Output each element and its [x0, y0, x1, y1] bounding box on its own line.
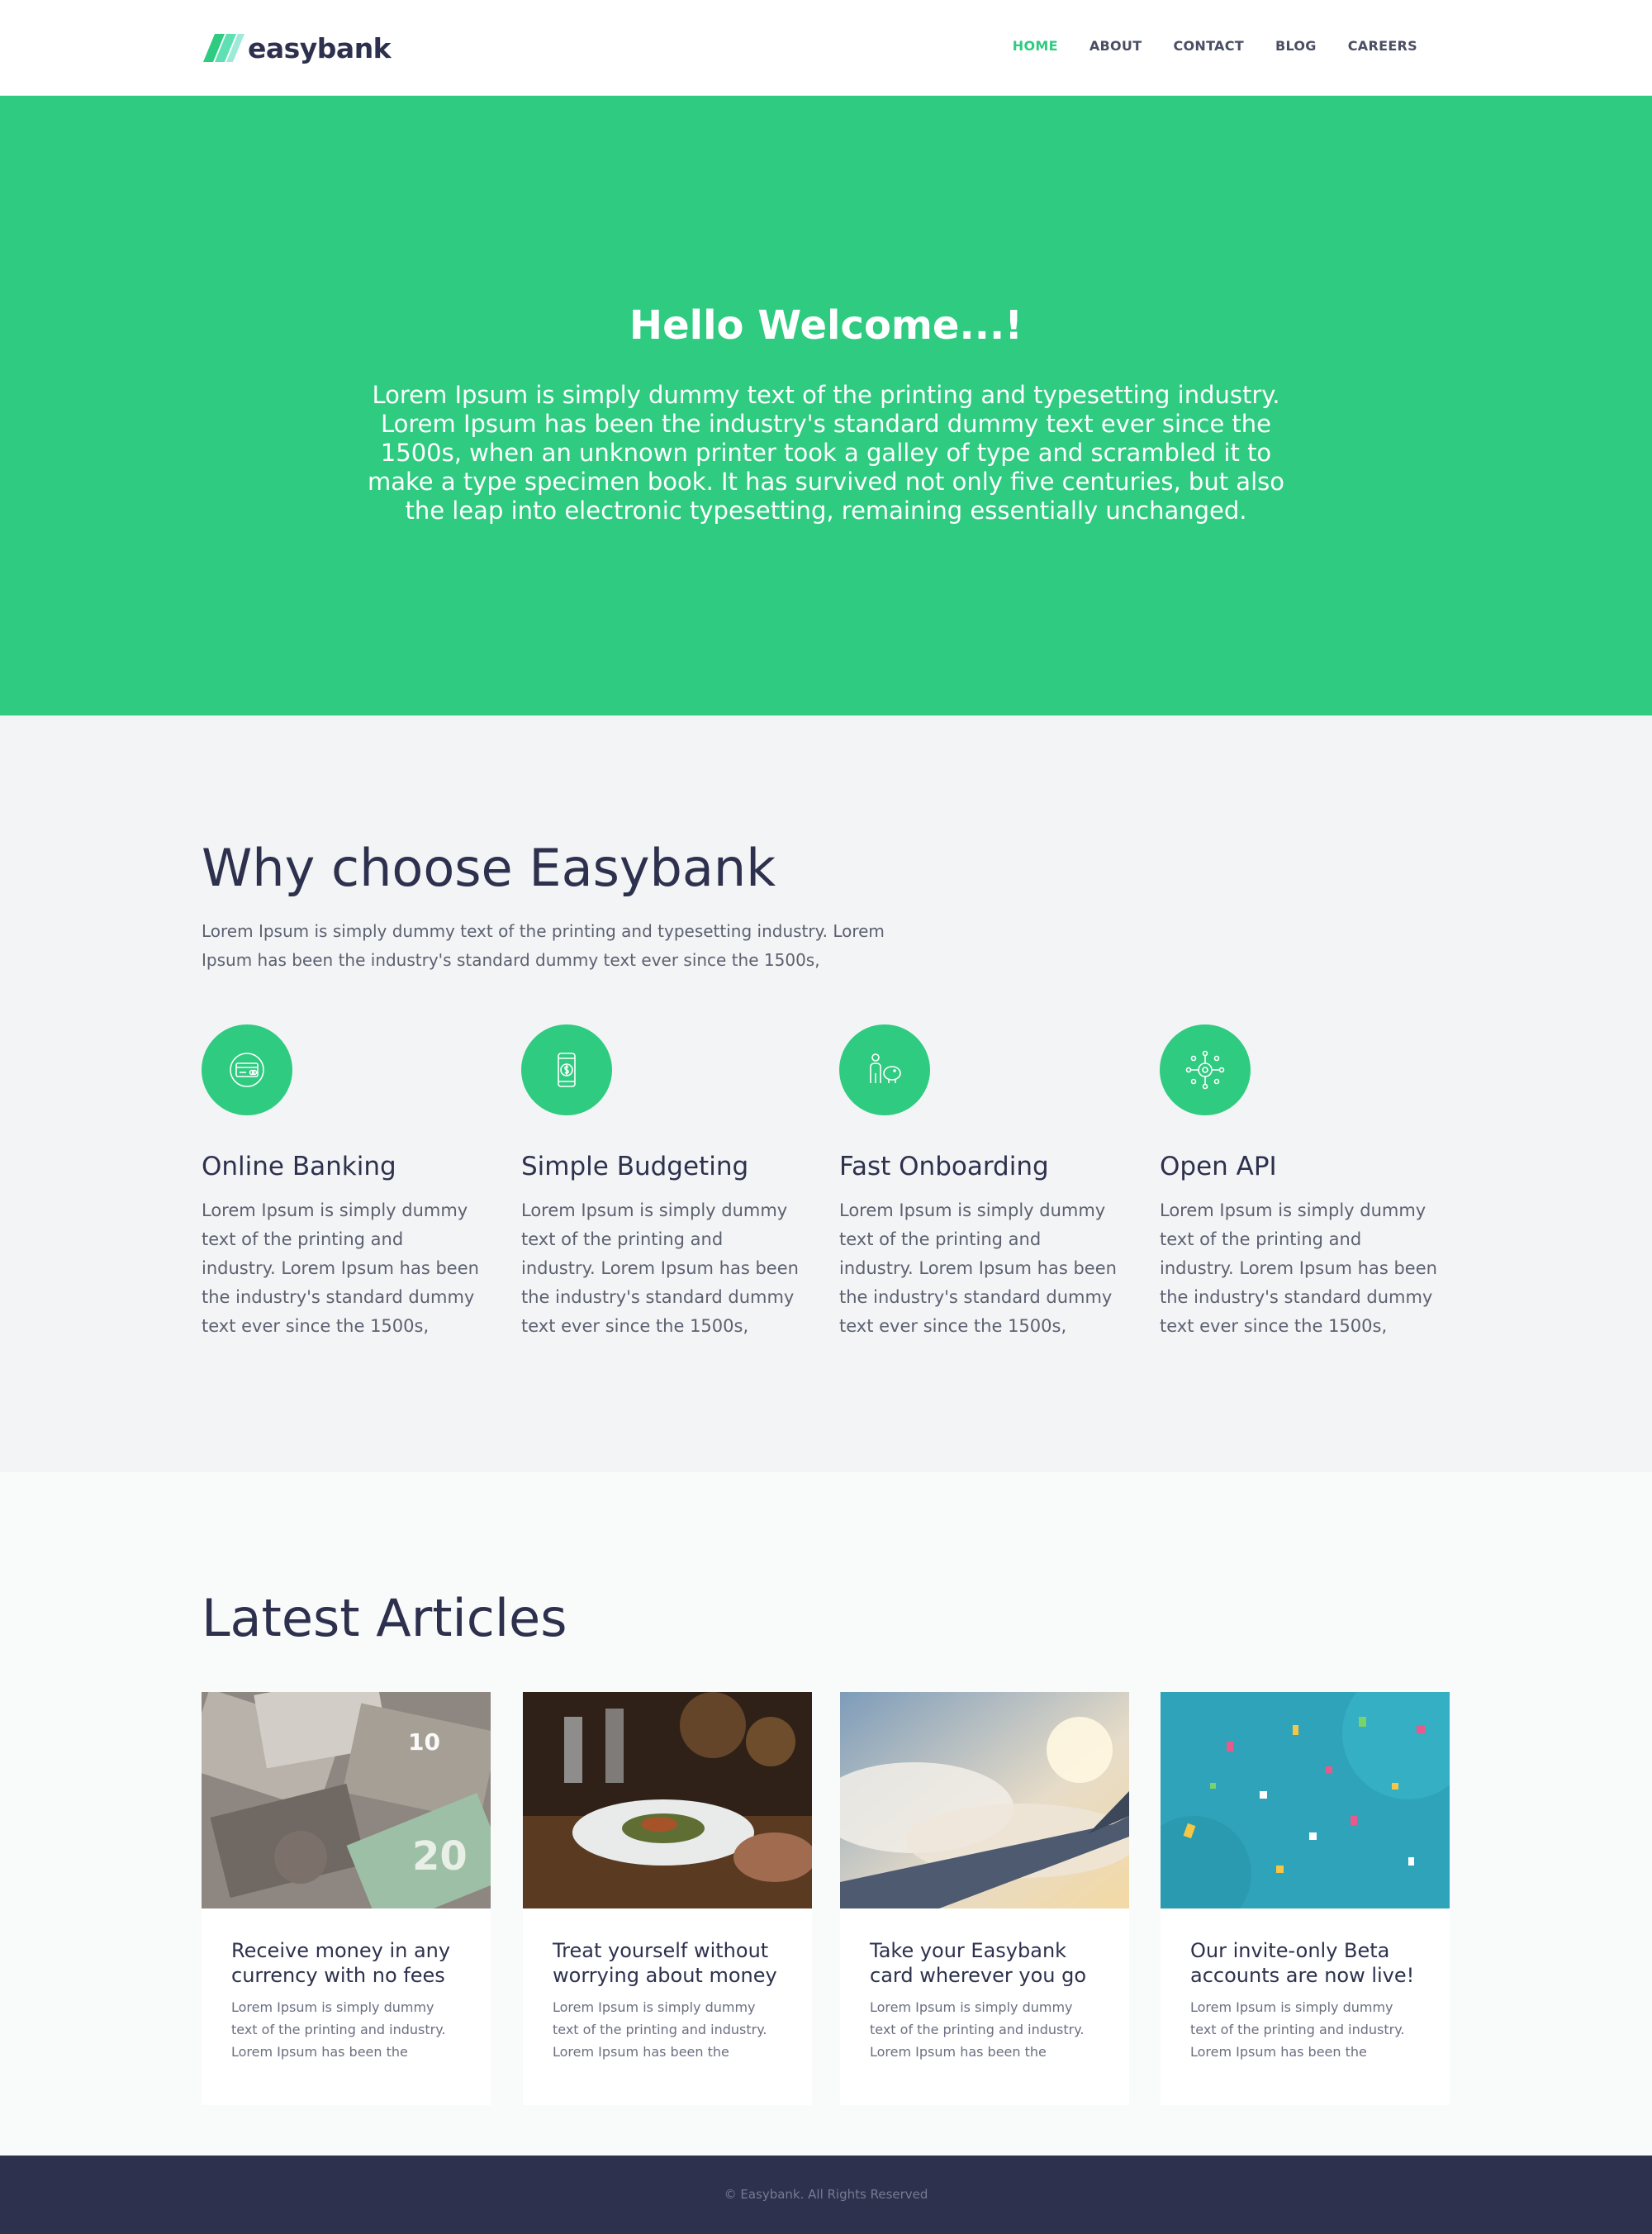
- logo[interactable]: easybank: [202, 31, 392, 64]
- logo-icon: [203, 34, 244, 62]
- nav-about[interactable]: ABOUT: [1089, 38, 1142, 54]
- onboarding-icon: [870, 1053, 901, 1083]
- hero-section: Hello Welcome...! Lorem Ipsum is simply …: [0, 96, 1652, 715]
- nav-home[interactable]: HOME: [1013, 38, 1058, 54]
- article-card[interactable]: Our invite-only Beta accounts are now li…: [1161, 1692, 1450, 2105]
- svg-text:10: 10: [408, 1728, 440, 1756]
- why-title: Why choose Easybank: [202, 838, 776, 898]
- money-photo: 20 10: [202, 1692, 491, 1908]
- confetti-photo: [1161, 1692, 1450, 1908]
- articles-section: Latest Articles 20 10 Receive money in a…: [0, 1472, 1652, 2156]
- site-header: easybank HOME ABOUT CONTACT BLOG CAREERS: [0, 0, 1652, 96]
- budgeting-icon: [558, 1053, 576, 1087]
- hero-text: Lorem Ipsum is simply dummy text of the …: [368, 381, 1284, 525]
- article-excerpt: Lorem Ipsum is simply dummy text of the …: [553, 1999, 767, 2060]
- feature-simple-budgeting: Simple Budgeting Lorem Ipsum is simply d…: [521, 1024, 802, 1341]
- feature-text: Lorem Ipsum is simply dummy text of the …: [202, 1200, 479, 1336]
- article-card[interactable]: 20 10 Receive money in any currency with…: [202, 1692, 491, 2105]
- svg-text:20: 20: [412, 1833, 468, 1880]
- article-title[interactable]: Treat yourself without worrying about mo…: [553, 1938, 782, 1988]
- feature-icon-circle: [521, 1024, 612, 1115]
- why-intro: Lorem Ipsum is simply dummy text of the …: [202, 921, 885, 970]
- feature-online-banking: Online Banking Lorem Ipsum is simply dum…: [202, 1024, 482, 1341]
- article-excerpt: Lorem Ipsum is simply dummy text of the …: [1190, 1999, 1405, 2060]
- site-footer: © Easybank. All Rights Reserved: [0, 2156, 1652, 2234]
- article-image-restaurant[interactable]: [523, 1692, 812, 1908]
- why-section: Why choose Easybank Lorem Ipsum is simpl…: [0, 715, 1652, 1472]
- logo-text: easybank: [248, 31, 392, 64]
- article-title[interactable]: Receive money in any currency with no fe…: [231, 1938, 461, 1988]
- online-banking-icon: [230, 1053, 264, 1087]
- main-nav: HOME ABOUT CONTACT BLOG CAREERS: [1013, 38, 1417, 54]
- article-title[interactable]: Our invite-only Beta accounts are now li…: [1190, 1938, 1420, 1988]
- article-image-currency[interactable]: 20 10: [202, 1692, 491, 1908]
- feature-icon-circle: [839, 1024, 930, 1115]
- nav-careers[interactable]: CAREERS: [1348, 38, 1417, 54]
- feature-text: Lorem Ipsum is simply dummy text of the …: [839, 1200, 1117, 1336]
- feature-text: Lorem Ipsum is simply dummy text of the …: [1160, 1200, 1437, 1336]
- article-image-confetti[interactable]: [1161, 1692, 1450, 1908]
- feature-title: Open API: [1160, 1152, 1277, 1181]
- feature-open-api: Open API Lorem Ipsum is simply dummy tex…: [1160, 1024, 1441, 1341]
- feature-icon-circle: [202, 1024, 292, 1115]
- feature-title: Online Banking: [202, 1152, 396, 1181]
- plane-photo: [840, 1692, 1129, 1908]
- api-icon: [1185, 1050, 1225, 1090]
- article-card[interactable]: Take your Easybank card wherever you go …: [840, 1692, 1129, 2105]
- article-title[interactable]: Take your Easybank card wherever you go: [870, 1938, 1099, 1988]
- nav-blog[interactable]: BLOG: [1275, 38, 1317, 54]
- article-excerpt: Lorem Ipsum is simply dummy text of the …: [231, 1999, 446, 2060]
- nav-contact[interactable]: CONTACT: [1173, 38, 1244, 54]
- article-card[interactable]: Treat yourself without worrying about mo…: [523, 1692, 812, 2105]
- articles-title: Latest Articles: [202, 1588, 567, 1648]
- feature-icon-circle: [1160, 1024, 1251, 1115]
- feature-text: Lorem Ipsum is simply dummy text of the …: [521, 1200, 799, 1336]
- restaurant-photo: [523, 1692, 812, 1908]
- article-image-plane[interactable]: [840, 1692, 1129, 1908]
- hero-title: Hello Welcome...!: [629, 302, 1023, 349]
- copyright-text: © Easybank. All Rights Reserved: [724, 2187, 928, 2202]
- feature-title: Fast Onboarding: [839, 1152, 1049, 1181]
- feature-fast-onboarding: Fast Onboarding Lorem Ipsum is simply du…: [839, 1024, 1120, 1341]
- feature-title: Simple Budgeting: [521, 1152, 749, 1181]
- article-excerpt: Lorem Ipsum is simply dummy text of the …: [870, 1999, 1085, 2060]
